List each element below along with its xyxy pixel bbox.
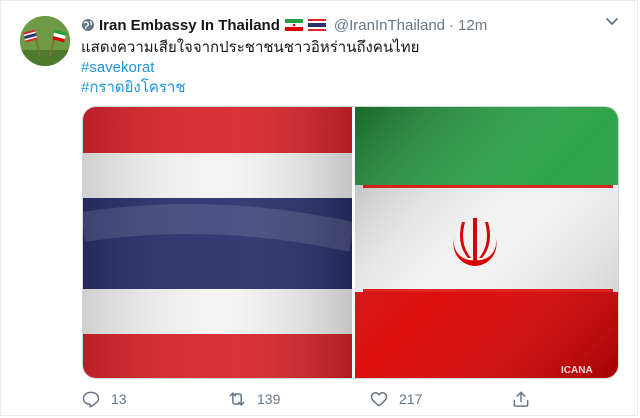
hashtag-link[interactable]: #กราดยิงโคราช [81,78,419,98]
globe-icon [82,19,94,31]
tweet-text: แสดงความเสียใจจากประชาชนชาวอิหร่านถึงคนไ… [81,38,419,98]
media-watermark: ICANA [561,365,593,376]
iran-flag-picture: ICANA [355,107,618,378]
chevron-down-icon[interactable] [603,13,621,31]
like-button[interactable]: 217 [369,387,422,411]
tweet-media-image[interactable]: ICANA [82,106,619,379]
retweet-button[interactable]: 139 [227,387,280,411]
reply-count: 13 [111,391,127,407]
reply-button[interactable]: 13 [81,387,127,411]
retweet-icon [229,392,245,406]
tweet-header: Iran Embassy In Thailand @IranInThailand… [81,15,487,35]
iran-flag-icon [284,19,303,31]
separator-dot: · [449,16,455,34]
reply-icon [82,391,100,408]
like-icon [370,392,388,407]
share-button[interactable] [511,387,541,411]
share-icon [513,391,529,407]
retweet-count: 139 [257,391,281,407]
user-handle[interactable]: @IranInThailand [334,17,445,34]
avatar[interactable] [20,16,70,66]
tweet-actions: 13 139 217 [81,387,551,411]
thailand-flag-icon [307,19,326,31]
display-name[interactable]: Iran Embassy In Thailand [99,17,280,34]
avatar-flags-icon [20,16,70,66]
hashtag-link[interactable]: #savekorat [81,58,419,78]
timestamp[interactable]: 12m [458,17,487,34]
tweet-text-line: แสดงความเสียใจจากประชาชนชาวอิหร่านถึงคนไ… [81,39,420,56]
tweet-card[interactable]: Iran Embassy In Thailand @IranInThailand… [0,0,638,416]
thailand-flag-picture [83,107,356,378]
like-count: 217 [399,391,423,407]
flags-image: ICANA [83,107,618,378]
